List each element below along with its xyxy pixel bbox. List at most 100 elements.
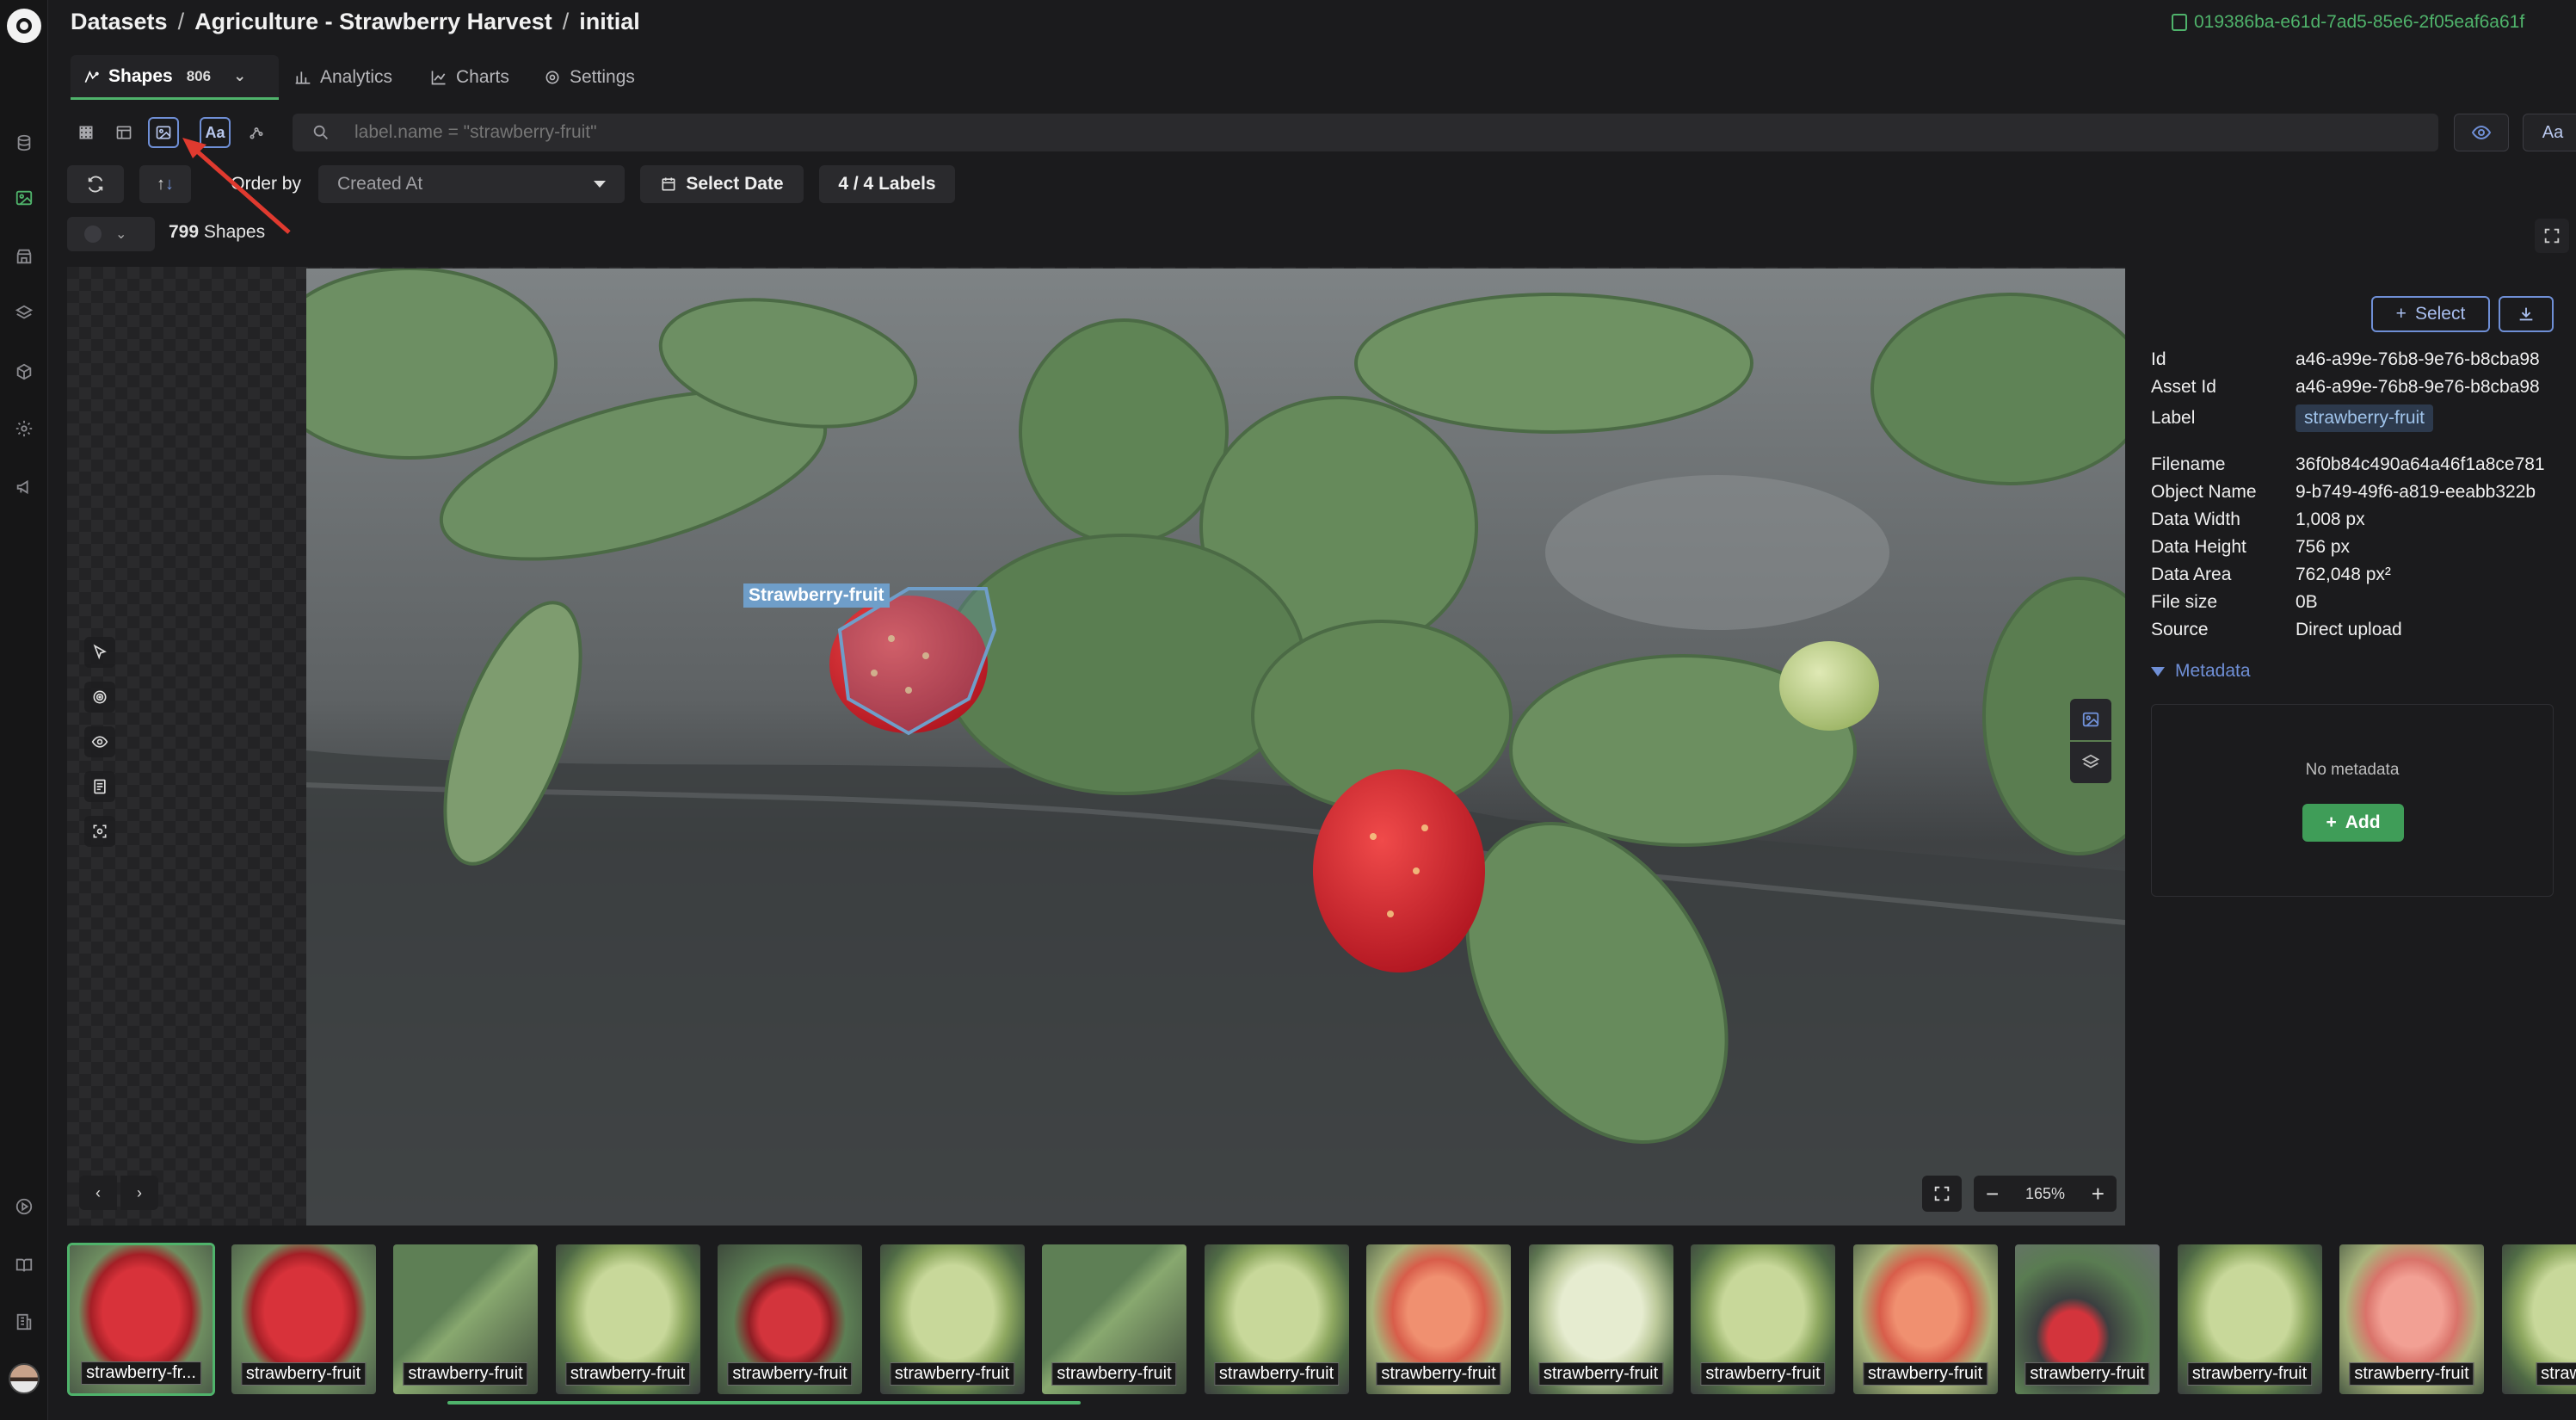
label-badge[interactable]: strawberry-fruit [2296, 404, 2434, 432]
visibility-toggle[interactable] [2454, 114, 2509, 151]
add-label: Add [2345, 812, 2381, 832]
table-view-button[interactable] [108, 117, 139, 148]
target-icon [93, 690, 107, 704]
select-date-button[interactable]: Select Date [640, 165, 804, 203]
arrow-up-icon: ↑ [157, 174, 165, 194]
download-button[interactable] [2499, 296, 2554, 332]
thumbnail[interactable]: strawberry-fruit [391, 1243, 539, 1396]
breadcrumb-version[interactable]: initial [579, 9, 640, 34]
thumbnail-caption: strawberry-fruit [403, 1362, 528, 1386]
thumbnail[interactable]: strawberry-fruit [1203, 1243, 1351, 1396]
dataset-id[interactable]: 019386ba-e61d-7ad5-85e6-2f05eaf6a61f [2172, 12, 2524, 33]
tab-count: 806 [186, 67, 212, 84]
image-layer-button[interactable] [2070, 699, 2111, 740]
thumbnail-strip[interactable]: strawberry-fr... strawberry-fruit strawber… [67, 1239, 2576, 1399]
layers-icon[interactable] [10, 299, 38, 327]
fit-to-screen-button[interactable] [1922, 1176, 1962, 1212]
target-tool-button[interactable] [84, 682, 115, 713]
thumbnail[interactable]: strawberry-fruit [1852, 1243, 2000, 1396]
eye-icon [2471, 125, 2492, 140]
add-metadata-button[interactable]: + Add [2302, 804, 2404, 842]
play-circle-icon[interactable] [10, 1193, 38, 1220]
zoom-in-button[interactable]: + [2092, 1182, 2105, 1205]
chevron-down-icon [594, 181, 606, 188]
building-icon[interactable] [10, 1308, 38, 1336]
cube-icon[interactable] [10, 358, 38, 386]
megaphone-icon[interactable] [10, 473, 38, 501]
previous-button[interactable]: ‹ [79, 1176, 117, 1210]
thumbnail-caption: strawberry-fruit [727, 1362, 853, 1386]
notes-tool-button[interactable] [84, 771, 115, 802]
order-by-value: Created At [337, 174, 423, 194]
label-text-toggle[interactable]: Aa [2523, 114, 2576, 151]
thumbnail[interactable]: strawber [2500, 1243, 2576, 1396]
field-value-id: a46-a99e-76b8-9e76-b8cba98 [2296, 349, 2540, 369]
layers-button[interactable] [2070, 742, 2111, 783]
app-logo[interactable] [7, 9, 41, 43]
avatar[interactable] [9, 1363, 40, 1394]
field-key-data-width: Data Width [2151, 509, 2240, 529]
labels-filter-button[interactable]: 4 / 4 Labels [819, 165, 955, 203]
tab-shapes[interactable]: Shapes 806 ⌄ [71, 55, 279, 100]
breadcrumb-datasets[interactable]: Datasets [71, 9, 168, 34]
pointer-tool-button[interactable] [84, 637, 115, 668]
next-button[interactable]: › [120, 1176, 158, 1210]
visibility-tool-button[interactable] [84, 726, 115, 757]
strawberry-photo[interactable] [306, 269, 2125, 1226]
field-key-label: Label [2151, 408, 2196, 428]
thumbnail[interactable]: strawberry-fruit [2338, 1243, 2486, 1396]
search-input[interactable] [354, 122, 2333, 143]
select-button[interactable]: + Select [2371, 296, 2490, 332]
thumbnail[interactable]: strawberry-fr... [67, 1243, 215, 1396]
thumbnail[interactable]: strawberry-fruit [2176, 1243, 2324, 1396]
thumbnail[interactable]: strawberry-fruit [716, 1243, 864, 1396]
thumbnail[interactable]: strawberry-fruit [1527, 1243, 1675, 1396]
thumbnail[interactable]: strawberry-fruit [1689, 1243, 1837, 1396]
chevron-down-icon[interactable]: ⌄ [115, 225, 126, 243]
calendar-icon [662, 177, 675, 191]
book-icon[interactable] [10, 1251, 38, 1279]
tab-settings[interactable]: Settings [544, 55, 635, 100]
search-icon [313, 125, 328, 139]
tab-label: Shapes [108, 65, 173, 86]
zoom-out-button[interactable]: − [1986, 1182, 1999, 1205]
image-icon [156, 126, 171, 139]
thumbnail[interactable]: strawberry-fruit [878, 1243, 1026, 1396]
refresh-button[interactable] [67, 165, 124, 203]
field-key-source: Source [2151, 620, 2209, 639]
tab-analytics[interactable]: Analytics [294, 55, 392, 100]
thumbnail[interactable]: strawberry-fruit [1365, 1243, 1513, 1396]
thumbnail[interactable]: strawberry-fruit [2013, 1243, 2161, 1396]
order-by-select[interactable]: Created At [318, 165, 625, 203]
field-key-data-area: Data Area [2151, 565, 2232, 584]
checkbox[interactable] [84, 225, 102, 243]
tab-charts[interactable]: Charts [430, 55, 509, 100]
thumbnail[interactable]: strawberry-fruit [554, 1243, 702, 1396]
gear-icon[interactable] [10, 415, 38, 442]
thumbnail[interactable]: strawberry-fruit [1040, 1243, 1188, 1396]
thumbnail-caption: strawberry-fruit [240, 1362, 367, 1386]
line-chart-icon [431, 71, 446, 85]
plus-icon: + [2326, 812, 2337, 832]
fullscreen-button[interactable] [2535, 219, 2569, 253]
field-value-object-name: 9-b749-49f6-a819-eeabb322b [2296, 482, 2536, 502]
focus-tool-button[interactable] [84, 816, 115, 847]
copy-icon[interactable] [2172, 14, 2187, 31]
search-bar [293, 114, 2438, 151]
select-date-label: Select Date [686, 174, 784, 194]
database-icon[interactable] [10, 129, 38, 157]
breadcrumb-dataset[interactable]: Agriculture - Strawberry Harvest [194, 9, 552, 34]
thumbnail[interactable]: strawberry-fruit [230, 1243, 378, 1396]
thumbnail-caption: strawberry-fruit [889, 1362, 1015, 1386]
table-icon [116, 126, 132, 139]
scrollbar[interactable] [447, 1401, 1081, 1405]
thumbnail-caption: strawberry-fruit [1051, 1362, 1177, 1386]
image-datasets-icon[interactable] [10, 184, 38, 212]
select-all-dropdown[interactable]: ⌄ [67, 217, 155, 251]
field-value-data-area: 762,048 px² [2296, 565, 2391, 584]
store-icon[interactable] [10, 243, 38, 270]
grid-view-button[interactable] [71, 117, 102, 148]
metadata-toggle[interactable]: Metadata [2151, 661, 2251, 682]
chevron-down-icon[interactable]: ⌄ [233, 67, 246, 85]
tab-label: Settings [570, 67, 635, 87]
